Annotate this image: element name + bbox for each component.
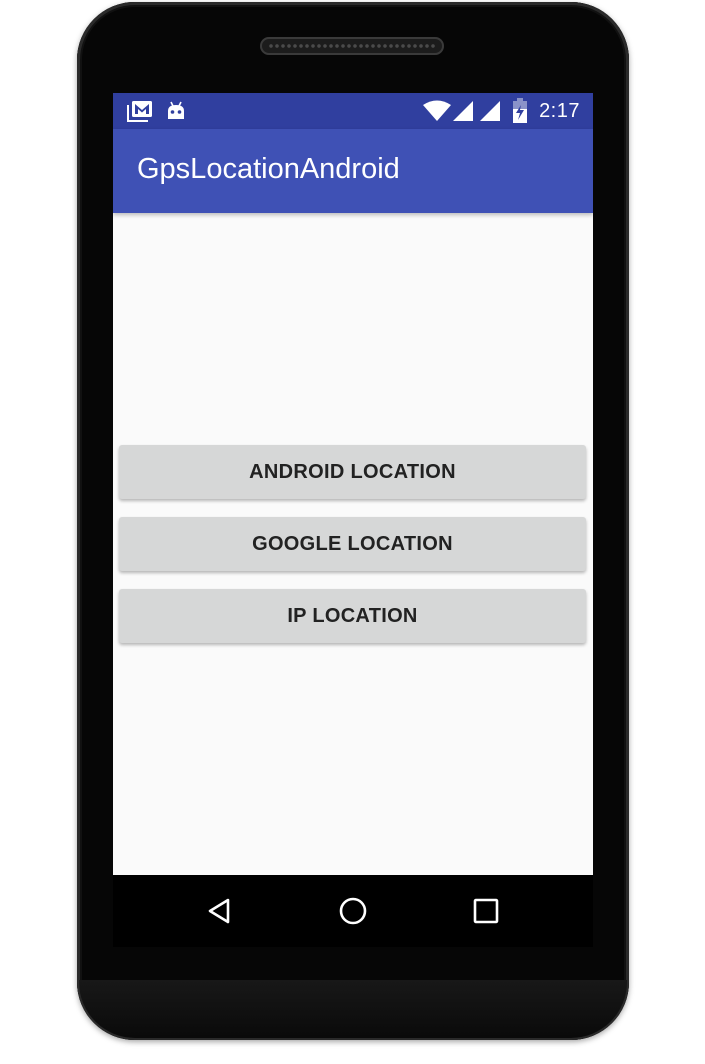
navigation-bar: [113, 875, 593, 947]
battery-charging-icon: [512, 93, 528, 129]
wifi-icon: [423, 93, 451, 129]
recents-icon[interactable]: [466, 891, 506, 931]
ip-location-button[interactable]: IP LOCATION: [119, 589, 586, 643]
device-screen: 2:17 GpsLocationAndroid ANDROID LOCATION…: [113, 93, 593, 875]
app-bar: GpsLocationAndroid: [113, 129, 593, 213]
status-time: 2:17: [539, 100, 580, 122]
cell-signal-icon: [452, 93, 474, 129]
gmail-notification-icon: [127, 93, 153, 129]
android-location-button[interactable]: ANDROID LOCATION: [119, 445, 586, 499]
home-icon[interactable]: [333, 891, 373, 931]
app-title: GpsLocationAndroid: [137, 153, 400, 185]
phone-chin: [79, 980, 627, 1038]
back-icon[interactable]: [200, 891, 240, 931]
google-location-button[interactable]: GOOGLE LOCATION: [119, 517, 586, 571]
android-notification-icon: [166, 93, 186, 129]
cell-signal-icon: [479, 93, 501, 129]
status-bar: 2:17: [113, 93, 593, 129]
earpiece-speaker: [260, 37, 444, 55]
